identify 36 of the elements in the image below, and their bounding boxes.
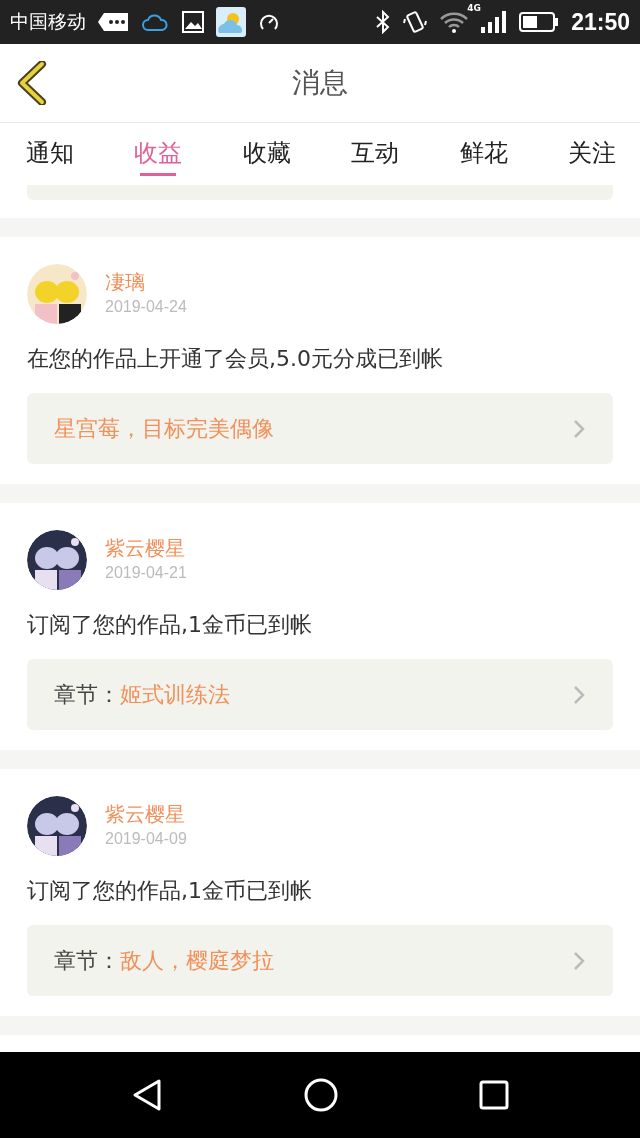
- clock-time: 21:50: [571, 8, 630, 36]
- image-icon: [182, 11, 204, 33]
- signal-icon: [481, 11, 508, 33]
- chevron-right-icon: [573, 418, 585, 439]
- message-date: 2019-04-21: [105, 563, 187, 583]
- wifi-icon: [439, 10, 470, 34]
- carrier-name: 中国移动: [10, 9, 86, 34]
- tab[interactable]: 收藏: [242, 132, 291, 176]
- tab[interactable]: 通知: [26, 132, 74, 176]
- message-date: 2019-04-24: [105, 297, 187, 317]
- weather-icon: [216, 7, 246, 37]
- link-title: 敌人，樱庭梦拉: [120, 947, 274, 973]
- network-type: 4G: [467, 3, 481, 13]
- tab[interactable]: 鲜花: [459, 132, 508, 176]
- chevron-right-icon: [573, 950, 585, 971]
- back-icon[interactable]: [17, 61, 47, 105]
- message-text: 在您的作品上开通了会员,5.0元分成已到帐: [27, 345, 444, 373]
- home-icon[interactable]: [304, 1078, 338, 1112]
- chevron-right-icon: [573, 684, 585, 705]
- battery-icon: [519, 12, 560, 32]
- work-link[interactable]: 章节：姬式训练法: [27, 659, 613, 730]
- work-link[interactable]: 章节：敌人，樱庭梦拉: [27, 925, 613, 996]
- message-icon: [98, 11, 130, 33]
- tab[interactable]: 关注: [567, 132, 616, 176]
- link-prefix: 章节：: [54, 681, 120, 707]
- message-date: 2019-04-09: [105, 829, 187, 849]
- page-title: 消息: [292, 65, 348, 101]
- message-text: 订阅了您的作品,1金币已到帐: [27, 877, 313, 905]
- bluetooth-icon: [375, 10, 392, 34]
- link-title: 星宫莓，目标完美偶像: [54, 415, 274, 441]
- link-title: 姬式训练法: [120, 681, 230, 707]
- link-prefix: 章节：: [54, 947, 120, 973]
- vibrate-icon: [403, 10, 428, 34]
- message-text: 订阅了您的作品,1金币已到帐: [27, 611, 313, 639]
- tab[interactable]: 互动: [351, 132, 400, 176]
- recent-apps-icon[interactable]: [479, 1080, 510, 1110]
